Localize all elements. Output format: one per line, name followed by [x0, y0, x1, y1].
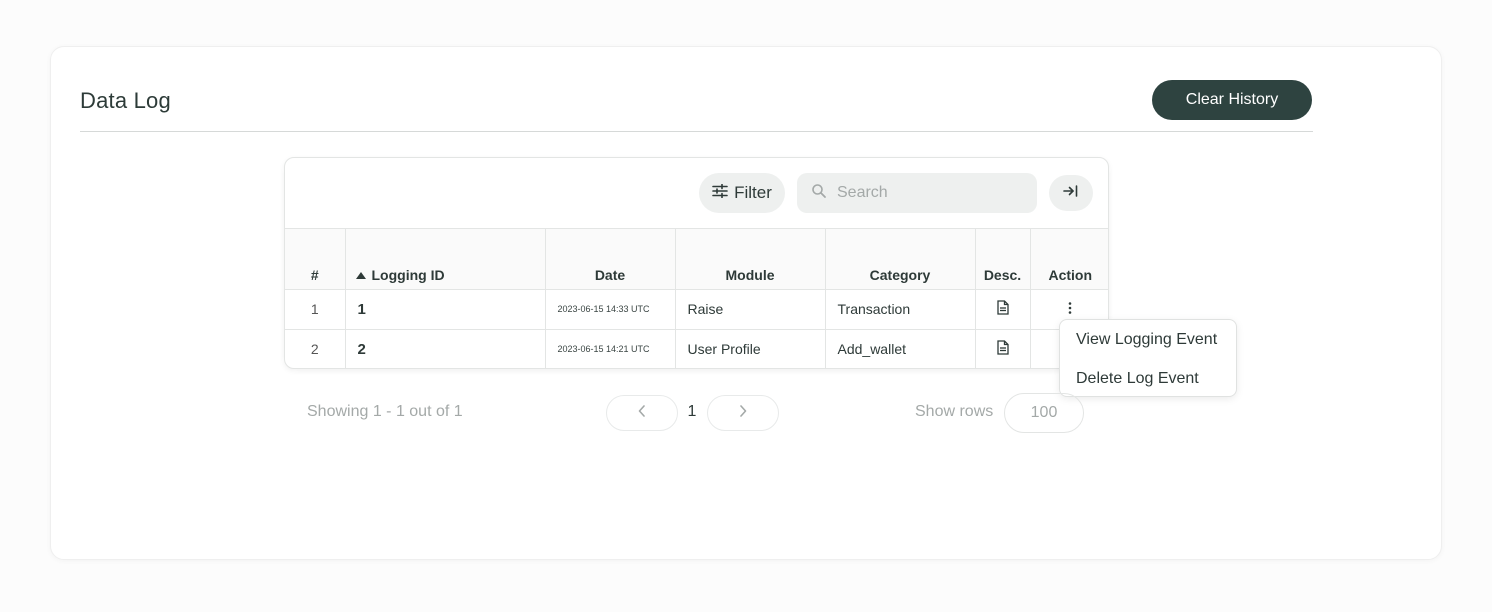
document-icon[interactable]	[996, 340, 1009, 358]
chevron-right-icon	[739, 404, 747, 422]
column-header-category[interactable]: Category	[824, 229, 975, 289]
table-row: 1 1 2023-06-15 14:33 UTC Raise Transacti…	[285, 288, 1108, 329]
category-cell: Add_wallet	[824, 328, 975, 368]
description-cell[interactable]	[974, 288, 1030, 329]
arrow-to-right-icon	[1063, 184, 1079, 203]
pagination-summary: Showing 1 - 1 out of 1	[307, 403, 463, 420]
date-cell: 2023-06-15 14:33 UTC	[544, 288, 675, 329]
export-button[interactable]	[1049, 175, 1093, 211]
row-index: 2	[285, 328, 345, 368]
page-title: Data Log	[80, 88, 171, 113]
view-logging-event-item[interactable]: View Logging Event	[1060, 320, 1236, 359]
column-header-date[interactable]: Date	[544, 229, 675, 289]
log-table-panel: Filter # Logging ID Date Module Category	[284, 157, 1109, 369]
category-cell: Transaction	[824, 288, 975, 329]
more-vertical-icon[interactable]	[1068, 301, 1072, 317]
filter-button[interactable]: Filter	[699, 173, 785, 213]
column-header-desc: Desc.	[974, 229, 1030, 289]
previous-page-button[interactable]	[606, 395, 678, 431]
module-cell: User Profile	[674, 328, 825, 368]
column-header-module[interactable]: Module	[674, 229, 825, 289]
table-header-row: # Logging ID Date Module Category Desc. …	[285, 229, 1108, 289]
chevron-left-icon	[638, 404, 646, 422]
module-cell: Raise	[674, 288, 825, 329]
table-toolbar: Filter	[285, 158, 1108, 229]
column-header-action: Action	[1029, 229, 1108, 289]
search-icon	[811, 183, 827, 204]
description-cell[interactable]	[974, 328, 1030, 368]
row-index: 1	[285, 288, 345, 329]
row-action-menu: View Logging Event Delete Log Event	[1059, 319, 1237, 397]
clear-history-button[interactable]: Clear History	[1152, 80, 1312, 120]
next-page-button[interactable]	[707, 395, 779, 431]
sort-ascending-icon	[355, 271, 366, 279]
filter-label: Filter	[734, 183, 772, 202]
table-row: 2 2 2023-06-15 14:21 UTC User Profile Ad…	[285, 328, 1108, 368]
delete-log-event-item[interactable]: Delete Log Event	[1060, 359, 1236, 398]
date-cell: 2023-06-15 14:21 UTC	[544, 328, 675, 368]
sliders-icon	[712, 183, 728, 203]
current-page: 1	[687, 403, 697, 420]
header-divider	[80, 131, 1313, 132]
search-input[interactable]	[837, 184, 1017, 202]
logging-id-cell: 1	[344, 288, 545, 329]
rows-per-page-select[interactable]: 100	[1004, 393, 1084, 433]
document-icon[interactable]	[996, 300, 1009, 318]
search-field[interactable]	[797, 173, 1037, 213]
logging-id-cell: 2	[344, 328, 545, 368]
column-header-logging-id[interactable]: Logging ID	[344, 229, 545, 289]
column-header-index: #	[285, 229, 345, 289]
log-table: # Logging ID Date Module Category Desc. …	[285, 229, 1108, 368]
show-rows-label: Show rows	[915, 403, 994, 420]
